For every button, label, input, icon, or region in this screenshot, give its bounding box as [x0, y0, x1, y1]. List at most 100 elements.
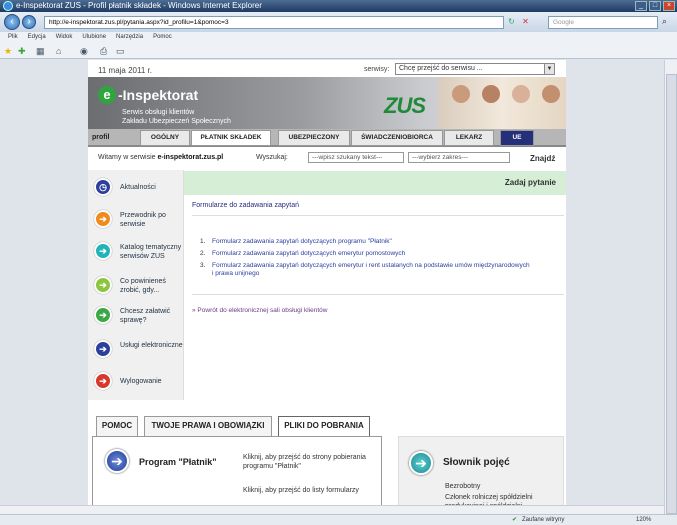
tab-platnik-skladek[interactable]: PŁATNIK SKŁADEK — [191, 130, 271, 146]
current-date: 11 maja 2011 r. — [98, 66, 152, 75]
form-link[interactable]: 2. Formularz zadawania zapytań dotyczącyc… — [200, 250, 542, 258]
person-head — [512, 85, 530, 103]
nav-item-wylogowanie[interactable]: ➔ Wylogowanie — [94, 372, 182, 402]
refresh-icon[interactable]: ↻ — [506, 16, 517, 28]
nav-item-przewodnik[interactable]: ➔ Przewodnik po serwisie — [94, 210, 182, 240]
glossary-panel: ➔ Słownik pojęć Bezrobotny Członek rolni… — [398, 436, 564, 516]
scrollbar-thumb[interactable] — [666, 74, 677, 514]
window-titlebar: e-Inspektorat ZUS - Profil płatnik skład… — [0, 0, 677, 12]
nav-item-co-zrobic[interactable]: ➔ Co powinieneś zrobić, gdy... — [94, 276, 182, 306]
program-title: Program "Płatnik" — [139, 457, 217, 467]
ie-logo-icon — [3, 1, 13, 11]
minimize-button[interactable]: _ — [635, 1, 647, 11]
search-scope-select[interactable]: ---wybierz zakres--- — [408, 152, 510, 163]
nav-label: Usługi elektroniczne — [120, 342, 183, 349]
close-button[interactable]: × — [663, 1, 675, 11]
web-page: 11 maja 2011 r. serwisy: Chcę przejść do… — [88, 60, 566, 516]
arrow-right-icon: ➔ — [94, 242, 112, 260]
person-head — [482, 85, 500, 103]
site-search-input[interactable]: ---wpisz szukany tekst--- — [308, 152, 404, 163]
form-link-text[interactable]: Formularz zadawania zapytań dotyczących … — [212, 262, 530, 277]
glossary-term[interactable]: Bezrobotny — [445, 483, 480, 490]
menu-item[interactable]: Pomoc — [153, 32, 172, 43]
arrow-right-icon[interactable]: ➔ — [105, 449, 129, 473]
arrow-right-icon[interactable]: ➔ — [409, 451, 433, 475]
forward-button[interactable]: › — [22, 15, 36, 29]
menu-item[interactable]: Ulubione — [82, 32, 106, 43]
status-bar: ✔ Zaufane witryny 120% — [0, 514, 677, 525]
nav-label: Chcesz załatwić sprawę? — [120, 308, 171, 324]
form-link[interactable]: 3. Formularz zadawania zapytań dotyczącyc… — [200, 262, 532, 278]
search-button[interactable]: Znajdź — [530, 154, 555, 163]
menu-item[interactable]: Plik — [8, 32, 18, 43]
nav-item-uslugi[interactable]: ➔ Usługi elektroniczne — [94, 340, 183, 370]
vertical-scrollbar[interactable] — [664, 60, 677, 515]
logo-text: -Inspektorat — [118, 87, 199, 103]
subtitle-line: Serwis obsługi klientów — [122, 109, 195, 116]
search-label: Wyszukaj: — [256, 154, 288, 161]
tab-ubezpieczony[interactable]: UBEZPIECZONY — [278, 130, 350, 146]
back-button[interactable]: ‹ — [4, 14, 20, 30]
section-header: Zadaj pytanie — [184, 171, 566, 195]
home-icon[interactable]: ⌂ — [56, 45, 61, 57]
nav-label: Aktualności — [120, 184, 156, 191]
nav-label: Wylogowanie — [120, 378, 162, 385]
services-select[interactable]: Chcę przejść do serwisu ... ▼ — [395, 63, 555, 75]
url-field[interactable]: http://e-inspektorat.zus.pl/pytania.aspx… — [44, 16, 504, 29]
search-icon[interactable]: ⌕ — [662, 16, 667, 27]
horizontal-scrollbar[interactable] — [0, 505, 664, 514]
window-buttons: _ □ × — [635, 1, 675, 11]
form-link-text[interactable]: Formularz zadawania zapytań dotyczących … — [212, 250, 405, 257]
stop-icon[interactable]: ✕ — [520, 16, 531, 28]
form-title: Formularze do zadawania zapytań — [192, 202, 300, 209]
menu-item[interactable]: Edycja — [28, 32, 46, 43]
favorites-bar: ★ ✚ ▦ ⌂ ◉ ⎙ ▭ — [0, 43, 677, 59]
feeds-icon[interactable]: ◉ — [80, 45, 88, 57]
clock-icon: ◷ — [94, 178, 112, 196]
tab-lekarz[interactable]: LEKARZ — [444, 130, 494, 146]
tab-ogolny[interactable]: OGÓLNY — [140, 130, 190, 146]
maximize-button[interactable]: □ — [649, 1, 661, 11]
e-logo-icon: e — [98, 86, 116, 104]
form-link[interactable]: 1. Formularz zadawania zapytań dotyczącyc… — [200, 238, 542, 246]
tab-pliki-do-pobrania[interactable]: PLIKI DO POBRANIA — [278, 416, 370, 436]
left-navigation: ◷ Aktualności ➔ Przewodnik po serwisie ➔… — [88, 170, 184, 400]
services-select-value: Chcę przejść do serwisu ... — [399, 65, 483, 72]
print-icon[interactable]: ⎙ — [100, 45, 107, 57]
chevron-down-icon: ▼ — [544, 64, 554, 74]
add-favorites-icon[interactable]: ✚ — [18, 45, 26, 57]
nav-item-katalog[interactable]: ➔ Katalog tematyczny serwisów ZUS — [94, 242, 182, 272]
banner-subtitle: Serwis obsługi klientów Zakładu Ubezpiec… — [122, 108, 231, 126]
favorites-star-icon[interactable]: ★ — [4, 45, 12, 57]
form-link-text[interactable]: Formularz zadawania zapytań dotyczących … — [212, 238, 392, 245]
zoom-level[interactable]: 120% — [636, 515, 651, 525]
glossary-title: Słownik pojęć — [443, 457, 510, 468]
nav-item-zalatwic-sprawe[interactable]: ➔ Chcesz załatwić sprawę? — [94, 306, 182, 336]
menu-item[interactable]: Narzędzia — [116, 32, 143, 43]
arrow-right-icon: ➔ — [94, 372, 112, 390]
tab-swiadczeniobiorca[interactable]: ŚWIADCZENIOBIORCA — [351, 130, 443, 146]
program-download-link[interactable]: Kliknij, aby przejść do strony pobierani… — [243, 453, 383, 471]
tab-prawa-obowiazki[interactable]: TWOJE PRAWA I OBOWIĄZKI — [144, 416, 272, 436]
zus-logo: ZUS — [384, 93, 426, 118]
url-icons: ↻ ✕ — [506, 16, 531, 28]
page-icon[interactable]: ▭ — [116, 45, 125, 57]
welcome-site: e-inspektorat.zus.pl — [157, 154, 224, 161]
tab-pomoc[interactable]: POMOC — [96, 416, 138, 436]
back-link[interactable]: » Powrót do elektronicznej sali obsługi … — [192, 307, 328, 314]
nav-item-aktualnosci[interactable]: ◷ Aktualności — [94, 178, 182, 208]
divider — [192, 294, 564, 295]
tab-ue[interactable]: UE — [500, 130, 534, 146]
services-label: serwisy: — [364, 66, 390, 73]
person-head — [542, 85, 560, 103]
forms-list-link[interactable]: Kliknij, aby przejść do listy formularzy — [243, 487, 383, 494]
nav-label: Katalog tematyczny serwisów ZUS — [120, 244, 182, 260]
divider — [192, 215, 564, 216]
menu-item[interactable]: Widok — [56, 32, 73, 43]
tab-grid-icon[interactable]: ▦ — [36, 45, 45, 57]
list-number: 1. — [200, 238, 206, 245]
profile-tabs: profil OGÓLNY PŁATNIK SKŁADEK UBEZPIECZO… — [88, 129, 566, 147]
search-input[interactable]: Google — [548, 16, 658, 29]
welcome-text: Witamy w serwisie e-inspektorat.zus.pl — [98, 154, 223, 161]
check-icon: ✔ — [512, 517, 518, 523]
